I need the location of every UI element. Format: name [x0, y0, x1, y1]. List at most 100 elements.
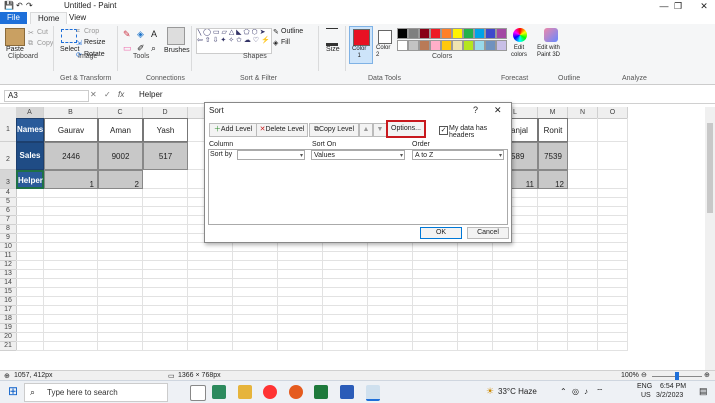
palette-swatch[interactable]: [441, 40, 452, 51]
row-header-11[interactable]: 11: [0, 252, 17, 261]
row-header-13[interactable]: 13: [0, 270, 17, 279]
enter-icon[interactable]: ✓: [104, 90, 111, 99]
row-header-10[interactable]: 10: [0, 243, 17, 252]
palette-swatch[interactable]: [408, 28, 419, 39]
cell-A2[interactable]: Sales: [16, 142, 44, 170]
palette-swatch[interactable]: [397, 40, 408, 51]
palette-swatch[interactable]: [408, 40, 419, 51]
move-up-button[interactable]: ▲: [359, 123, 373, 137]
undo-icon[interactable]: ↶: [16, 1, 23, 10]
fill-button[interactable]: Fill: [281, 39, 290, 46]
row-header-17[interactable]: 17: [0, 306, 17, 315]
palette-swatch[interactable]: [430, 28, 441, 39]
row-header-12[interactable]: 12: [0, 261, 17, 270]
paint-icon[interactable]: [366, 385, 380, 401]
row-header-18[interactable]: 18: [0, 315, 17, 324]
color1-selector[interactable]: Color 1: [349, 26, 373, 64]
palette-swatch[interactable]: [452, 40, 463, 51]
palette-swatch[interactable]: [474, 28, 485, 39]
wifi-icon[interactable]: ⌔: [596, 387, 604, 397]
column-header-N[interactable]: N: [568, 107, 598, 119]
zoom-slider-thumb[interactable]: [675, 372, 679, 380]
row-header-3[interactable]: 3: [0, 170, 17, 189]
chrome-icon[interactable]: [263, 385, 277, 399]
row-header-7[interactable]: 7: [0, 216, 17, 225]
cancel-button[interactable]: Cancel: [467, 227, 509, 239]
palette-swatch[interactable]: [485, 28, 496, 39]
column-header-O[interactable]: O: [598, 107, 628, 119]
edit-paint3d-button[interactable]: Edit with Paint 3D: [537, 45, 560, 59]
cut-button[interactable]: Cut: [37, 29, 48, 36]
helper-cell[interactable]: 1: [44, 170, 98, 189]
paste-icon[interactable]: [5, 28, 25, 46]
language-1[interactable]: ENG: [637, 383, 652, 390]
helper-cell[interactable]: 2: [98, 170, 143, 189]
row-header-20[interactable]: 20: [0, 333, 17, 342]
weather-text[interactable]: 33°C Haze: [498, 387, 537, 396]
windows-start-icon[interactable]: ⊞: [8, 384, 18, 398]
cell-A3[interactable]: Helper: [16, 170, 44, 189]
vertical-scrollbar[interactable]: [705, 107, 715, 370]
helper-cell[interactable]: 12: [538, 170, 568, 189]
help-button[interactable]: ?: [473, 105, 478, 115]
palette-swatch[interactable]: [452, 28, 463, 39]
eraser-icon[interactable]: ▭: [123, 43, 132, 54]
tray-chevron-icon[interactable]: ⌃: [560, 387, 567, 396]
name-cell[interactable]: Ronit: [538, 118, 568, 142]
row-header-4[interactable]: 4: [0, 189, 17, 198]
resize-button[interactable]: Resize: [84, 39, 105, 46]
palette-swatch[interactable]: [430, 40, 441, 51]
clock-date[interactable]: 3/2/2023: [656, 392, 683, 399]
redo-icon[interactable]: ↷: [26, 1, 33, 10]
edge-icon[interactable]: [212, 385, 226, 399]
palette-swatch[interactable]: [485, 40, 496, 51]
palette-swatch[interactable]: [496, 28, 507, 39]
save-icon[interactable]: 💾: [4, 1, 14, 10]
row-header-8[interactable]: 8: [0, 225, 17, 234]
palette-swatch[interactable]: [441, 28, 452, 39]
name-cell[interactable]: Yash: [143, 118, 188, 142]
palette-swatch[interactable]: [419, 40, 430, 51]
color2-selector[interactable]: Color 2: [374, 26, 396, 62]
palette-swatch[interactable]: [474, 40, 485, 51]
cancel-icon[interactable]: ✕: [90, 90, 97, 99]
headers-checkbox[interactable]: ✓: [439, 126, 448, 135]
close-button[interactable]: ✕: [690, 0, 715, 12]
row-header-6[interactable]: 6: [0, 207, 17, 216]
paint3d-icon[interactable]: [544, 28, 558, 42]
cell-A1[interactable]: Names: [16, 118, 44, 142]
cut-icon[interactable]: ✂: [28, 29, 34, 37]
dialog-close-button[interactable]: ✕: [494, 105, 502, 116]
word-icon[interactable]: [340, 385, 354, 399]
fx-icon[interactable]: fx: [118, 90, 124, 99]
copy-icon[interactable]: ⧉: [28, 40, 33, 48]
palette-swatch[interactable]: [397, 28, 408, 39]
select-icon[interactable]: [61, 29, 77, 43]
row-header-19[interactable]: 19: [0, 324, 17, 333]
taskbar-search[interactable]: ⌕ Type here to search: [24, 383, 168, 402]
row-header-5[interactable]: 5: [0, 198, 17, 207]
options-button[interactable]: Options...: [386, 120, 426, 138]
sort-column-select[interactable]: ▾: [237, 150, 305, 160]
size-button[interactable]: Size: [326, 46, 340, 53]
palette-swatch[interactable]: [496, 40, 507, 51]
sales-cell[interactable]: 2446: [44, 142, 98, 170]
firefox-icon[interactable]: [289, 385, 303, 399]
language-2[interactable]: US: [641, 392, 651, 399]
row-header-21[interactable]: 21: [0, 342, 17, 351]
clock-time[interactable]: 6:54 PM: [660, 383, 686, 390]
file-explorer-icon[interactable]: [238, 385, 252, 399]
zoom-in-button[interactable]: ⊕: [704, 371, 710, 379]
row-header-14[interactable]: 14: [0, 279, 17, 288]
brushes-button[interactable]: Brushes: [164, 47, 190, 54]
add-level-button[interactable]: ＋Add Level: [209, 123, 257, 137]
paste-button[interactable]: Paste: [6, 46, 24, 53]
row-header-1[interactable]: 1: [0, 118, 17, 142]
volume-icon[interactable]: ♪: [584, 387, 588, 396]
copy-level-button[interactable]: ⧉Copy Level: [309, 123, 359, 137]
row-header-16[interactable]: 16: [0, 297, 17, 306]
brushes-icon[interactable]: [167, 27, 185, 45]
size-icon[interactable]: [326, 28, 338, 46]
excel-icon[interactable]: [314, 385, 328, 399]
delete-level-button[interactable]: ✕Delete Level: [256, 123, 308, 137]
